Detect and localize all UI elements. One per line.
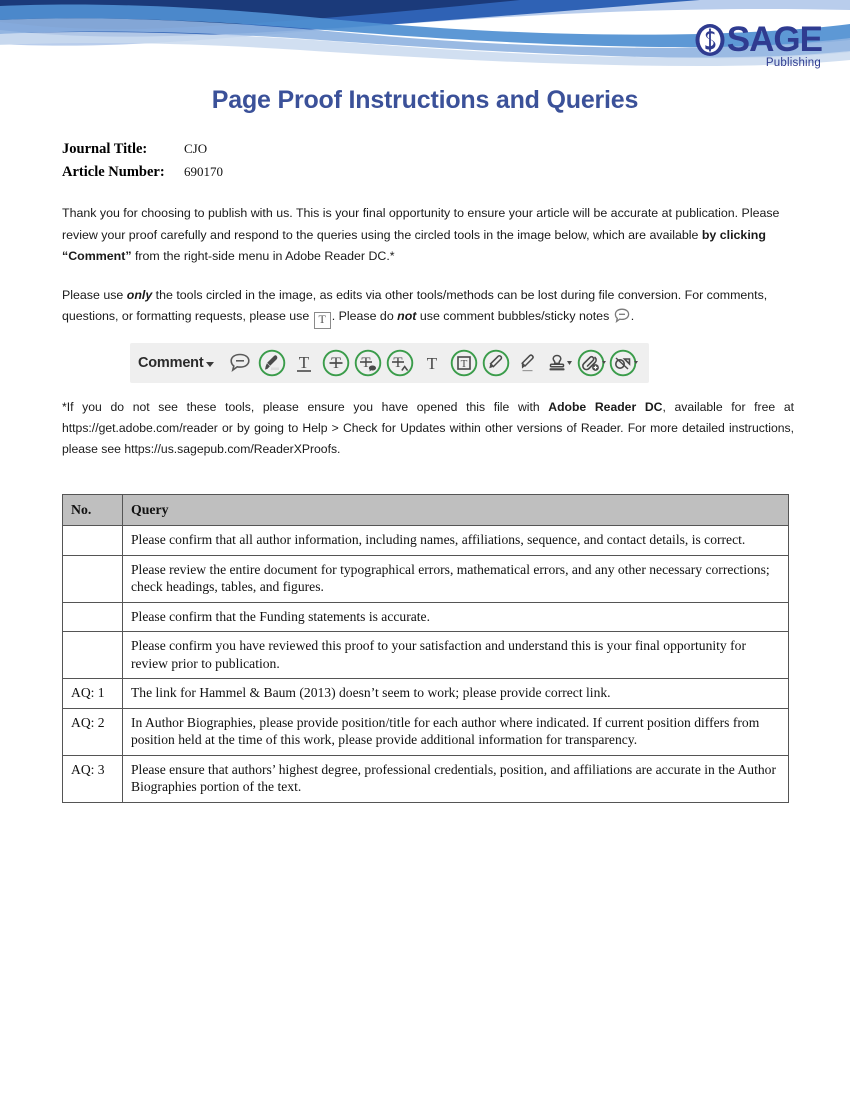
draw-pencil-icon[interactable] <box>480 347 512 379</box>
query-text: Please ensure that authors’ highest degr… <box>122 754 789 803</box>
comment-toolbar-image: Comment T T T T T <box>130 342 850 383</box>
page-title: Page Proof Instructions and Queries <box>211 86 639 114</box>
intro-paragraph: Thank you for choosing to publish with u… <box>62 203 794 268</box>
sage-logo-tagline: Publishing <box>765 57 821 69</box>
table-row: AQ: 2 In Author Biographies, please prov… <box>62 707 789 756</box>
query-no <box>62 554 123 603</box>
sage-logo: SAGE Publishing <box>694 20 823 70</box>
strikethrough-text-icon[interactable]: T <box>320 347 352 379</box>
query-no: AQ: 1 <box>62 678 123 709</box>
article-metadata: Journal Title: CJO Article Number: 69017… <box>62 141 850 181</box>
table-row: AQ: 1 The link for Hammel & Baum (2013) … <box>62 678 789 709</box>
table-row: AQ: 3 Please ensure that authors’ highes… <box>62 754 789 803</box>
query-table: No. Query Please confirm that all author… <box>62 493 789 803</box>
sticky-note-icon[interactable] <box>224 347 256 379</box>
article-number-value: 690170 <box>184 164 223 179</box>
article-number-label: Article Number: <box>62 164 165 180</box>
query-text: In Author Biographies, please provide po… <box>122 707 789 756</box>
tools-text-not-emphasis: not <box>397 309 417 323</box>
tools-text-a: Please use <box>62 287 127 302</box>
query-no <box>62 525 123 556</box>
replace-text-icon[interactable]: T <box>352 347 384 379</box>
tools-text-d: . Please do <box>331 309 398 323</box>
metadata-row-article-number: Article Number: 690170 <box>62 164 850 181</box>
metadata-row-journal-title: Journal Title: CJO <box>62 141 850 158</box>
add-text-icon[interactable]: T <box>416 347 448 379</box>
table-row: Please confirm that the Funding statemen… <box>62 601 789 632</box>
sage-logo-wordmark: SAGE <box>726 20 823 59</box>
intro-text-a: Thank you for choosing to publish with u… <box>62 206 780 242</box>
sage-logo-main: SAGE <box>694 20 823 59</box>
query-no <box>62 631 123 679</box>
sage-emblem-icon <box>695 23 725 56</box>
svg-text:T: T <box>299 353 310 372</box>
svg-text:T: T <box>461 358 468 370</box>
query-text: Please confirm that the Funding statemen… <box>122 601 789 632</box>
query-no: AQ: 3 <box>62 754 123 803</box>
underline-text-icon[interactable]: T <box>288 347 320 379</box>
query-text: The link for Hammel & Baum (2013) doesn’… <box>122 678 789 709</box>
query-no <box>62 601 123 632</box>
table-row: Please confirm you have reviewed this pr… <box>62 631 789 679</box>
eraser-icon[interactable] <box>512 347 544 379</box>
query-table-body: Please confirm that all author informati… <box>62 525 789 803</box>
query-text: Please confirm that all author informati… <box>122 525 789 556</box>
journal-title-label: Journal Title: <box>62 141 148 157</box>
chevron-down-icon[interactable] <box>206 361 215 367</box>
query-table-head: No. Query <box>62 493 789 526</box>
intro-text-c: from the right-side menu in Adobe Reader… <box>131 249 395 263</box>
sticky-note-icon <box>614 308 630 331</box>
query-table-wrapper: No. Query Please confirm that all author… <box>62 493 789 803</box>
svg-text:T: T <box>427 354 438 373</box>
text-box-icon: T <box>313 312 331 329</box>
drawing-tools-icon[interactable] <box>608 347 640 379</box>
table-row: Please confirm that all author informati… <box>62 525 789 556</box>
highlight-text-icon[interactable] <box>256 347 288 379</box>
tools-text-f: use comment bubbles/sticky notes <box>416 309 613 323</box>
tools-text-only-emphasis: only <box>126 287 153 302</box>
header-banner: SAGE Publishing <box>0 0 850 72</box>
text-box-icon[interactable]: T <box>448 347 480 379</box>
tools-paragraph: Please use only the tools circled in the… <box>62 285 794 331</box>
footnote-reader-name: Adobe Reader DC <box>548 399 663 414</box>
column-header-no: No. <box>62 493 123 526</box>
query-text: Please confirm you have reviewed this pr… <box>122 631 789 679</box>
footnote-text-a: *If you do not see these tools, please e… <box>62 399 549 414</box>
table-row: Please review the entire document for ty… <box>62 554 789 603</box>
query-no: AQ: 2 <box>62 707 123 756</box>
attach-file-icon[interactable] <box>576 347 608 379</box>
comment-toolbar: Comment T T T T T <box>130 342 650 383</box>
insert-text-icon[interactable]: T <box>384 347 416 379</box>
column-header-query: Query <box>122 493 789 526</box>
svg-text:T: T <box>394 355 403 371</box>
query-text: Please review the entire document for ty… <box>122 554 789 603</box>
comment-menu-label[interactable]: Comment <box>138 355 204 371</box>
journal-title-value: CJO <box>184 141 208 156</box>
reader-footnote: *If you do not see these tools, please e… <box>62 397 794 460</box>
table-header-row: No. Query <box>62 493 789 526</box>
stamp-icon[interactable] <box>544 347 576 379</box>
tools-text-g: . <box>630 309 635 323</box>
